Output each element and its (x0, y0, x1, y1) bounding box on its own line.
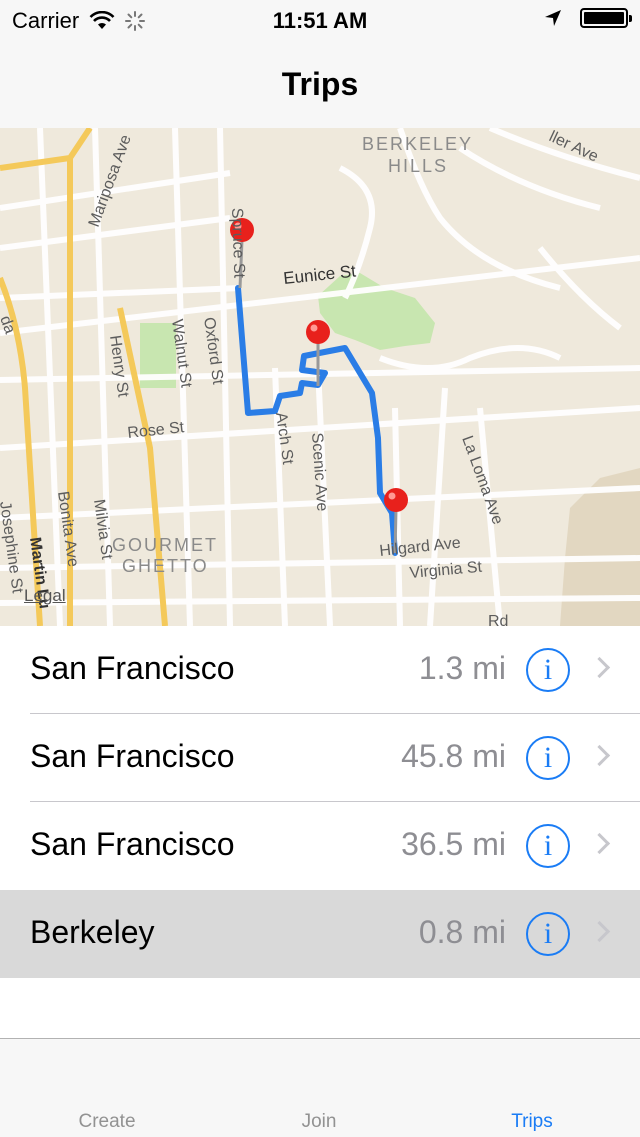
trip-name: Berkeley (30, 914, 155, 950)
info-icon[interactable]: i (526, 912, 570, 956)
map-canvas: BERKELEY HILLS Eunice St Rose St Hilgard… (0, 128, 640, 626)
tab-create[interactable]: Create (27, 1111, 187, 1133)
trip-name: San Francisco (30, 650, 235, 686)
map-label: HILLS (388, 156, 448, 176)
tab-bar: Create Join Trips (0, 1038, 640, 1137)
map-label: GOURMET (112, 535, 218, 555)
info-icon[interactable]: i (526, 736, 570, 780)
map-label: BERKELEY (362, 134, 473, 154)
trip-row[interactable]: Berkeley 0.8 mi i (0, 890, 640, 978)
status-bar: Carrier 11:51 AM (0, 0, 640, 40)
chevron-right-icon (588, 832, 611, 855)
tab-trips[interactable]: Trips (452, 1111, 612, 1133)
chevron-right-icon (588, 920, 611, 943)
page-title: Trips (281, 66, 359, 102)
map-legal-link[interactable]: Legal (24, 586, 66, 606)
trip-distance: 36.5 mi (401, 826, 506, 862)
trip-name: San Francisco (30, 738, 235, 774)
location-arrow-icon (545, 10, 561, 26)
trip-distance: 1.3 mi (418, 650, 506, 686)
trip-name: San Francisco (30, 826, 235, 862)
trip-row[interactable]: San Francisco 1.3 mi i (0, 626, 640, 714)
map-label: GHETTO (122, 556, 209, 576)
info-icon[interactable]: i (526, 648, 570, 692)
chevron-right-icon (588, 744, 611, 767)
tab-join[interactable]: Join (239, 1111, 399, 1133)
navigation-bar: Trips (0, 40, 640, 128)
trip-row[interactable]: San Francisco 45.8 mi i (0, 714, 640, 802)
trip-distance: 45.8 mi (401, 738, 506, 774)
trip-list: San Francisco 1.3 mi i San Francisco 45.8 mi… (0, 626, 640, 978)
trip-distance: 0.8 mi (418, 914, 506, 950)
map-label: Spruce St (228, 208, 247, 279)
map-label: Rd (488, 613, 508, 626)
battery-icon (580, 8, 632, 28)
trip-row[interactable]: San Francisco 36.5 mi i (0, 802, 640, 890)
map-label: Scenic Ave (308, 432, 330, 512)
chevron-right-icon (588, 656, 611, 679)
info-icon[interactable]: i (526, 824, 570, 868)
trip-map[interactable]: BERKELEY HILLS Eunice St Rose St Hilgard… (0, 128, 640, 626)
